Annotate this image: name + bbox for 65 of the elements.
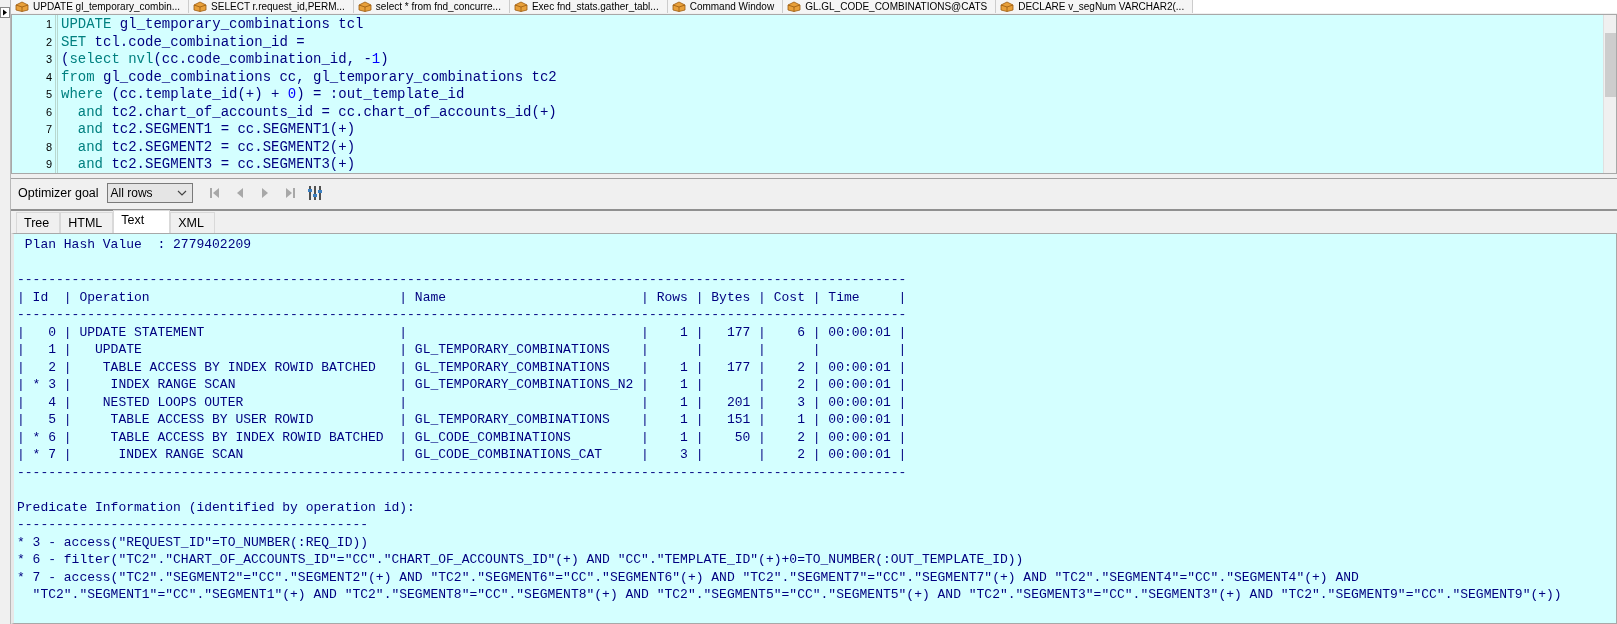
plan-header-line: | Id | Operation | Name | Rows | Bytes | Cost | Time | [17, 288, 907, 306]
line-number: 6 [44, 104, 52, 120]
code-editor[interactable] [11, 14, 1617, 174]
package-icon [15, 1, 29, 12]
package-icon [1000, 1, 1015, 12]
code-line: and tc2.SEGMENT3 = cc.SEGMENT3(+) [76, 156, 356, 173]
line-number: 2 [44, 34, 52, 50]
scrollbar-thumb[interactable] [1605, 33, 1616, 97]
line-number: 9 [44, 157, 52, 172]
package-icon [671, 1, 686, 12]
line-number: 3 [44, 52, 52, 67]
plan-hash-text: Plan Hash Value : 2779402209 [23, 236, 252, 254]
code-line: (select nvl(cc.code_combination_id, -1) [61, 51, 389, 69]
predicate-line: * 6 - filter("TC2"."CHART_OF_ACCOUNTS_ID"="CC"."CHART_OF_ACCOUNTS_ID"(+) AND "CC"."TEMPLATE_ID"(+)+0=TO_NUMBER(:OUT_TEMPLATE_ID)) [17, 551, 1024, 569]
chevron-icon [176, 190, 187, 196]
document-tab[interactable]: DECLARE v_segNum VARCHAR2(... [996, 0, 1194, 13]
document-tab[interactable]: GL.GL_CODE_COMBINATIONS@CATS [783, 0, 997, 13]
line-number: 4 [44, 69, 52, 85]
plan-row-line: | 1 | UPDATE | GL_TEMPORARY_COMBINATIONS | | | | | [17, 341, 907, 359]
separator-text: ------------------------------------------------------------------------------------------------------------------ [17, 306, 907, 324]
plan-row-line: | 2 | TABLE ACCESS BY INDEX ROWID BATCHED | GL_TEMPORARY_COMBINATIONS | 1 | 177 | 2 | 00:00:01 | [17, 358, 907, 376]
code-line: UPDATE gl_temporary_combinations tcl [61, 16, 364, 34]
predicate-line: "TC2"."SEGMENT1"="CC"."SEGMENT1"(+) AND "TC2"."SEGMENT8"="CC"."SEGMENT8"(+) AND "TC2"."SEGMENT5"="CC"."SEGMENT5"(+) AND "TC2"."SEGMENT3"="CC"."SEGMENT3"(+) AND "TC2"."SEGMENT9"="CC"."SEGMENT9"(+)) [31, 586, 1562, 604]
goal-dropdown[interactable]: All rows [106, 183, 193, 203]
separator-text: --------------------------------------------- [17, 516, 369, 534]
code-line: where (cc.template_id(+) + 0) = :out_template_id [61, 86, 465, 104]
predicate-line: * 7 - access("TC2"."SEGMENT2"="CC"."SEGMENT2"(+) AND "TC2"."SEGMENT6"="CC"."SEGMENT6"(+) AND "TC2"."SEGMENT7"="CC"."SEGMENT7"(+) AND "TC2"."SEGMENT4"="CC"."SEGMENT4"(+) AND [17, 568, 1359, 586]
plan-row-line: | 4 | NESTED LOOPS OUTER | | 1 | 201 | 3 | 00:00:01 | [17, 393, 907, 411]
optimizer-goal-label: Optimizer goal [18, 186, 99, 200]
plan-row-line: | * 7 | INDEX RANGE SCAN | GL_CODE_COMBINATIONS_CAT | 3 | | 2 | 00:00:01 | [17, 446, 907, 464]
tab[interactable]: HTML [60, 212, 114, 233]
line-number: 8 [44, 139, 52, 155]
columns-button[interactable] [307, 185, 322, 201]
line-number: 5 [44, 87, 52, 102]
code-line: and tc2.SEGMENT1 = cc.SEGMENT1(+) [76, 121, 356, 139]
column-settings-icon [307, 185, 322, 201]
scrollbar[interactable] [1603, 15, 1616, 173]
document-tab[interactable]: select * from fnd_concurre... [353, 0, 510, 13]
predicate-title: Predicate Information (identified by operation id): [17, 498, 415, 516]
package-icon [193, 1, 208, 12]
package-icon [787, 1, 802, 12]
separator-text: ------------------------------------------------------------------------------------------------------------------ [17, 271, 907, 289]
package-icon [513, 1, 528, 12]
expand-icon[interactable] [0, 7, 10, 18]
code-line: and tc2.SEGMENT2 = cc.SEGMENT2(+) [76, 138, 356, 156]
tab[interactable]: XML [170, 212, 215, 233]
code-line: from gl_code_combinations cc, gl_temporary_combinations tc2 [61, 68, 557, 86]
document-tab[interactable]: UPDATE gl_temporary_combin... [11, 0, 190, 13]
code-line: SET tcl.code_combination_id = [61, 33, 305, 51]
tab[interactable]: Text [113, 210, 171, 233]
document-tab[interactable]: Command Window [667, 0, 784, 13]
line-number: 1 [44, 17, 52, 32]
predicate-line: * 3 - access("REQUEST_ID"=TO_NUMBER(:REQ_ID)) [17, 533, 369, 551]
skip-first-icon [207, 186, 222, 200]
separator-text: ------------------------------------------------------------------------------------------------------------------ [17, 463, 907, 481]
line-number: 7 [44, 122, 52, 137]
tab[interactable]: Tree [16, 212, 61, 233]
plan-row-line: | 5 | TABLE ACCESS BY USER ROWID | GL_TEMPORARY_COMBINATIONS | 1 | 151 | 1 | 00:00:01 | [17, 411, 907, 429]
plan-row-line: | * 6 | TABLE ACCESS BY INDEX ROWID BATCHED | GL_CODE_COMBINATIONS | 1 | 50 | 2 | 00:00:01 | [17, 428, 907, 446]
document-tab[interactable]: Exec fnd_stats.gather_tabl... [509, 0, 668, 13]
plan-row-line: | 0 | UPDATE STATEMENT | | 1 | 177 | 6 | 00:00:01 | [17, 323, 907, 341]
document-tab[interactable]: SELECT r.request_id,PERM... [189, 0, 354, 13]
code-line: and tc2.chart_of_accounts_id = cc.chart_of_accounts_id(+) [76, 103, 557, 121]
plan-row-line: | * 3 | INDEX RANGE SCAN | GL_TEMPORARY_COMBINATIONS_N2 | 1 | | 2 | 00:00:01 | [17, 376, 907, 394]
package-icon [357, 1, 372, 12]
